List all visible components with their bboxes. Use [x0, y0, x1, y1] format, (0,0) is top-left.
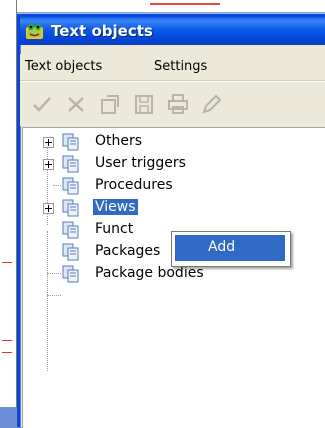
tree-item-label: Others	[95, 133, 143, 149]
folder-stack-icon	[62, 133, 79, 151]
expand-icon[interactable]	[43, 159, 54, 170]
delete-icon[interactable]	[64, 92, 88, 116]
folder-stack-icon	[62, 199, 79, 217]
folder-stack-icon	[62, 243, 79, 261]
expand-icon[interactable]	[43, 203, 54, 214]
title-bar[interactable]: Text objects	[20, 17, 325, 45]
tree-item-label: Package bodies	[95, 265, 204, 281]
context-menu-add[interactable]: Add	[175, 235, 285, 261]
tree-item-label: Procedures	[95, 177, 173, 193]
toolbar	[20, 81, 325, 126]
tree-item-label: Packages	[95, 243, 161, 259]
background-bar	[0, 0, 325, 13]
window-title: Text objects	[51, 22, 153, 40]
context-menu-add-label: Add	[208, 239, 236, 255]
copy-icon[interactable]	[98, 92, 122, 116]
background-strip	[0, 0, 17, 407]
menu-settings[interactable]: Settings	[154, 59, 207, 74]
tree-item-label: User triggers	[95, 155, 186, 171]
edit-icon[interactable]	[200, 92, 224, 116]
text-objects-window: Text objects Text objects Settings Other…	[17, 14, 325, 428]
folder-stack-icon	[62, 221, 79, 239]
save-icon[interactable]	[132, 92, 156, 116]
tree-item-label: Funct	[95, 221, 134, 237]
folder-stack-icon	[62, 155, 79, 173]
object-tree[interactable]: Others User triggers Procedures Views Fu…	[22, 127, 325, 428]
print-icon[interactable]	[166, 92, 190, 116]
folder-stack-icon	[62, 177, 79, 195]
folder-stack-icon	[62, 265, 79, 283]
menu-bar: Text objects Settings	[20, 54, 325, 81]
context-menu: Add	[171, 231, 291, 267]
frog-app-icon	[26, 24, 43, 39]
check-icon[interactable]	[30, 92, 54, 116]
tree-item-label: Views	[93, 199, 138, 215]
expand-icon[interactable]	[43, 137, 54, 148]
menu-text-objects[interactable]: Text objects	[25, 59, 102, 74]
